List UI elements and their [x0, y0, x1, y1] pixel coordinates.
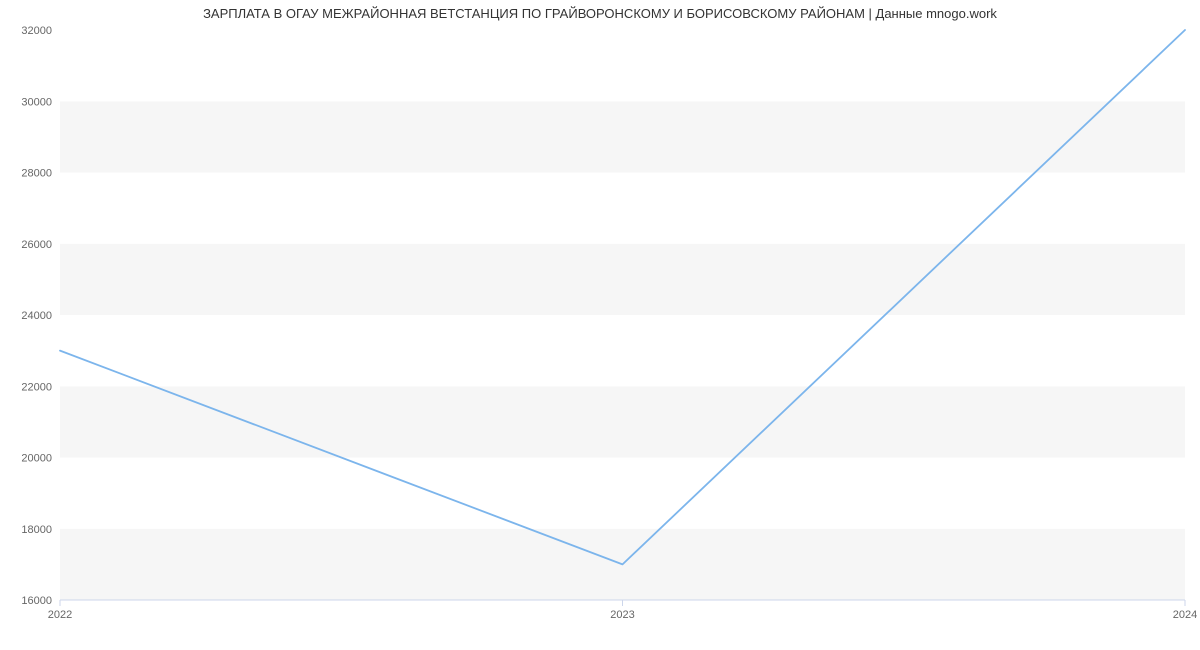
x-tick-label: 2023: [610, 609, 634, 621]
y-tick-label: 16000: [21, 595, 52, 607]
line-chart: ЗАРПЛАТА В ОГАУ МЕЖРАЙОННАЯ ВЕТСТАНЦИЯ П…: [0, 0, 1200, 650]
y-tick-label: 20000: [21, 453, 52, 465]
grid-band: [60, 458, 1185, 529]
y-tick-label: 24000: [21, 310, 52, 322]
grid-band: [60, 244, 1185, 315]
x-tick-label: 2024: [1173, 609, 1197, 621]
grid-band: [60, 173, 1185, 244]
grid-band: [60, 30, 1185, 101]
y-tick-label: 30000: [21, 96, 52, 108]
y-tick-label: 28000: [21, 168, 52, 180]
y-tick-label: 18000: [21, 524, 52, 536]
grid-band: [60, 315, 1185, 386]
grid-band: [60, 101, 1185, 172]
x-tick-label: 2022: [48, 609, 72, 621]
chart-svg: 16000 18000 20000 22000 24000 26000 28000 30000…: [0, 0, 1200, 650]
y-tick-label: 32000: [21, 25, 52, 37]
grid-band: [60, 386, 1185, 457]
y-tick-label: 22000: [21, 381, 52, 393]
y-tick-label: 26000: [21, 239, 52, 251]
